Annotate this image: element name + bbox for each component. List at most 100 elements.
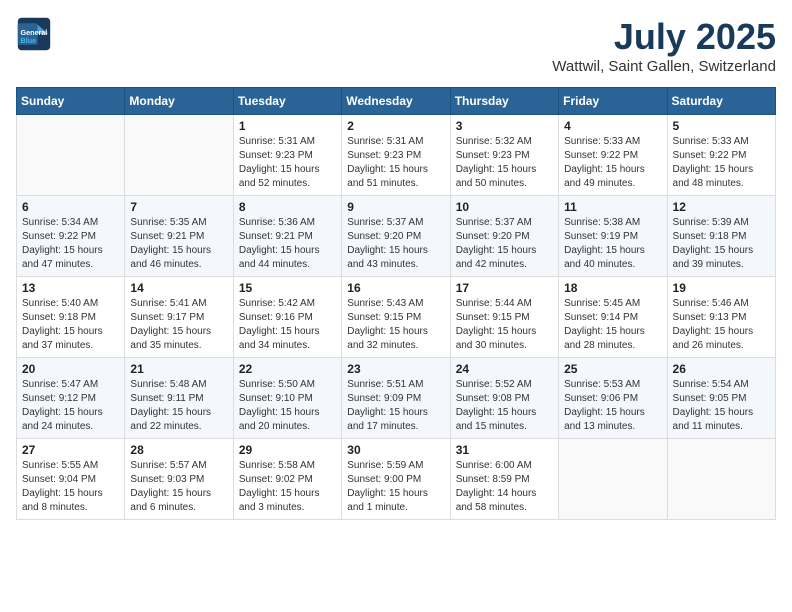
day-number: 25 [564,362,661,376]
day-info: Sunrise: 5:55 AM Sunset: 9:04 PM Dayligh… [22,459,119,515]
calendar-week-row: 13Sunrise: 5:40 AM Sunset: 9:18 PM Dayli… [17,277,776,358]
day-info: Sunrise: 5:54 AM Sunset: 9:05 PM Dayligh… [673,378,770,434]
calendar-week-row: 27 Sunrise: 5:55 AM Sunset: 9:04 PM Dayli… [17,439,776,520]
calendar-cell: 27 Sunrise: 5:55 AM Sunset: 9:04 PM Dayli… [17,439,125,520]
calendar-cell: 12 Sunrise: 5:39 AM Sunset: 9:18 PM Dayli… [667,196,775,277]
svg-text:Blue: Blue [21,36,37,45]
weekday-header-friday: Friday [559,88,667,115]
day-info: Sunrise: 5:33 AM Sunset: 9:22 PM Dayligh… [564,135,661,191]
calendar-cell: 11 Sunrise: 5:38 AM Sunset: 9:19 PM Dayli… [559,196,667,277]
day-info: Sunrise: 5:38 AM Sunset: 9:19 PM Dayligh… [564,216,661,272]
day-info: Sunrise: 6:00 AM Sunset: 8:59 PM Dayligh… [456,459,553,515]
day-number: 3 [456,119,553,133]
day-info: Sunrise: 5:50 AM Sunset: 9:10 PM Dayligh… [239,378,336,434]
day-info: Sunrise: 5:36 AM Sunset: 9:21 PM Dayligh… [239,216,336,272]
weekday-header-tuesday: Tuesday [233,88,341,115]
day-number: 4 [564,119,661,133]
day-info: Sunrise: 5:39 AM Sunset: 9:18 PM Dayligh… [673,216,770,272]
day-info: Sunrise: 5:31 AM Sunset: 9:23 PM Dayligh… [239,135,336,191]
title-area: July 2025 Wattwil, Saint Gallen, Switzer… [552,16,776,75]
calendar-cell: 24Sunrise: 5:52 AM Sunset: 9:08 PM Dayli… [450,358,558,439]
day-info: Sunrise: 5:37 AM Sunset: 9:20 PM Dayligh… [347,216,444,272]
calendar-cell: 5Sunrise: 5:33 AM Sunset: 9:22 PM Daylig… [667,115,775,196]
calendar-cell: 2Sunrise: 5:31 AM Sunset: 9:23 PM Daylig… [342,115,450,196]
day-number: 7 [130,200,227,214]
day-number: 27 [22,443,119,457]
weekday-header-saturday: Saturday [667,88,775,115]
day-info: Sunrise: 5:32 AM Sunset: 9:23 PM Dayligh… [456,135,553,191]
day-number: 26 [673,362,770,376]
weekday-header-wednesday: Wednesday [342,88,450,115]
day-info: Sunrise: 5:43 AM Sunset: 9:15 PM Dayligh… [347,297,444,353]
day-info: Sunrise: 5:57 AM Sunset: 9:03 PM Dayligh… [130,459,227,515]
day-number: 5 [673,119,770,133]
calendar-cell: 10Sunrise: 5:37 AM Sunset: 9:20 PM Dayli… [450,196,558,277]
day-number: 30 [347,443,444,457]
day-number: 29 [239,443,336,457]
weekday-header-thursday: Thursday [450,88,558,115]
day-info: Sunrise: 5:53 AM Sunset: 9:06 PM Dayligh… [564,378,661,434]
day-info: Sunrise: 5:31 AM Sunset: 9:23 PM Dayligh… [347,135,444,191]
day-number: 9 [347,200,444,214]
day-number: 6 [22,200,119,214]
day-number: 12 [673,200,770,214]
calendar-cell: 23Sunrise: 5:51 AM Sunset: 9:09 PM Dayli… [342,358,450,439]
day-number: 11 [564,200,661,214]
day-number: 28 [130,443,227,457]
day-number: 19 [673,281,770,295]
calendar-week-row: 1Sunrise: 5:31 AM Sunset: 9:23 PM Daylig… [17,115,776,196]
weekday-header-row: SundayMondayTuesdayWednesdayThursdayFrid… [17,88,776,115]
day-info: Sunrise: 5:35 AM Sunset: 9:21 PM Dayligh… [130,216,227,272]
calendar-cell: 14 Sunrise: 5:41 AM Sunset: 9:17 PM Dayli… [125,277,233,358]
day-number: 23 [347,362,444,376]
calendar-cell: 26 Sunrise: 5:54 AM Sunset: 9:05 PM Dayli… [667,358,775,439]
calendar-week-row: 6 Sunrise: 5:34 AM Sunset: 9:22 PM Daylig… [17,196,776,277]
month-year-title: July 2025 [552,16,776,58]
calendar-cell: 3 Sunrise: 5:32 AM Sunset: 9:23 PM Daylig… [450,115,558,196]
day-info: Sunrise: 5:40 AM Sunset: 9:18 PM Dayligh… [22,297,119,353]
day-number: 10 [456,200,553,214]
calendar-cell: 30 Sunrise: 5:59 AM Sunset: 9:00 PM Dayli… [342,439,450,520]
calendar-cell: 4 Sunrise: 5:33 AM Sunset: 9:22 PM Daylig… [559,115,667,196]
calendar-cell [125,115,233,196]
calendar-cell: 16Sunrise: 5:43 AM Sunset: 9:15 PM Dayli… [342,277,450,358]
calendar-week-row: 20Sunrise: 5:47 AM Sunset: 9:12 PM Dayli… [17,358,776,439]
calendar-cell: 19 Sunrise: 5:46 AM Sunset: 9:13 PM Dayli… [667,277,775,358]
day-number: 17 [456,281,553,295]
calendar-cell: 17 Sunrise: 5:44 AM Sunset: 9:15 PM Dayli… [450,277,558,358]
calendar-cell [559,439,667,520]
day-info: Sunrise: 5:59 AM Sunset: 9:00 PM Dayligh… [347,459,444,515]
logo: General Blue [16,16,52,52]
location-subtitle: Wattwil, Saint Gallen, Switzerland [552,58,776,75]
day-number: 21 [130,362,227,376]
calendar-cell [17,115,125,196]
day-info: Sunrise: 5:48 AM Sunset: 9:11 PM Dayligh… [130,378,227,434]
calendar-cell: 9 Sunrise: 5:37 AM Sunset: 9:20 PM Daylig… [342,196,450,277]
page-header: General Blue July 2025 Wattwil, Saint Ga… [16,16,776,75]
day-number: 8 [239,200,336,214]
calendar-table: SundayMondayTuesdayWednesdayThursdayFrid… [16,87,776,520]
day-info: Sunrise: 5:34 AM Sunset: 9:22 PM Dayligh… [22,216,119,272]
calendar-cell: 22Sunrise: 5:50 AM Sunset: 9:10 PM Dayli… [233,358,341,439]
calendar-cell: 31 Sunrise: 6:00 AM Sunset: 8:59 PM Dayli… [450,439,558,520]
day-number: 14 [130,281,227,295]
calendar-cell: 6 Sunrise: 5:34 AM Sunset: 9:22 PM Daylig… [17,196,125,277]
weekday-header-sunday: Sunday [17,88,125,115]
day-info: Sunrise: 5:42 AM Sunset: 9:16 PM Dayligh… [239,297,336,353]
day-info: Sunrise: 5:52 AM Sunset: 9:08 PM Dayligh… [456,378,553,434]
calendar-cell: 1Sunrise: 5:31 AM Sunset: 9:23 PM Daylig… [233,115,341,196]
day-info: Sunrise: 5:46 AM Sunset: 9:13 PM Dayligh… [673,297,770,353]
calendar-cell: 7 Sunrise: 5:35 AM Sunset: 9:21 PM Daylig… [125,196,233,277]
day-info: Sunrise: 5:58 AM Sunset: 9:02 PM Dayligh… [239,459,336,515]
day-info: Sunrise: 5:41 AM Sunset: 9:17 PM Dayligh… [130,297,227,353]
calendar-cell: 18 Sunrise: 5:45 AM Sunset: 9:14 PM Dayli… [559,277,667,358]
day-info: Sunrise: 5:47 AM Sunset: 9:12 PM Dayligh… [22,378,119,434]
logo-icon: General Blue [16,16,52,52]
calendar-cell: 25 Sunrise: 5:53 AM Sunset: 9:06 PM Dayli… [559,358,667,439]
day-number: 31 [456,443,553,457]
calendar-cell: 13Sunrise: 5:40 AM Sunset: 9:18 PM Dayli… [17,277,125,358]
day-number: 18 [564,281,661,295]
calendar-cell: 8 Sunrise: 5:36 AM Sunset: 9:21 PM Daylig… [233,196,341,277]
day-info: Sunrise: 5:45 AM Sunset: 9:14 PM Dayligh… [564,297,661,353]
day-info: Sunrise: 5:44 AM Sunset: 9:15 PM Dayligh… [456,297,553,353]
